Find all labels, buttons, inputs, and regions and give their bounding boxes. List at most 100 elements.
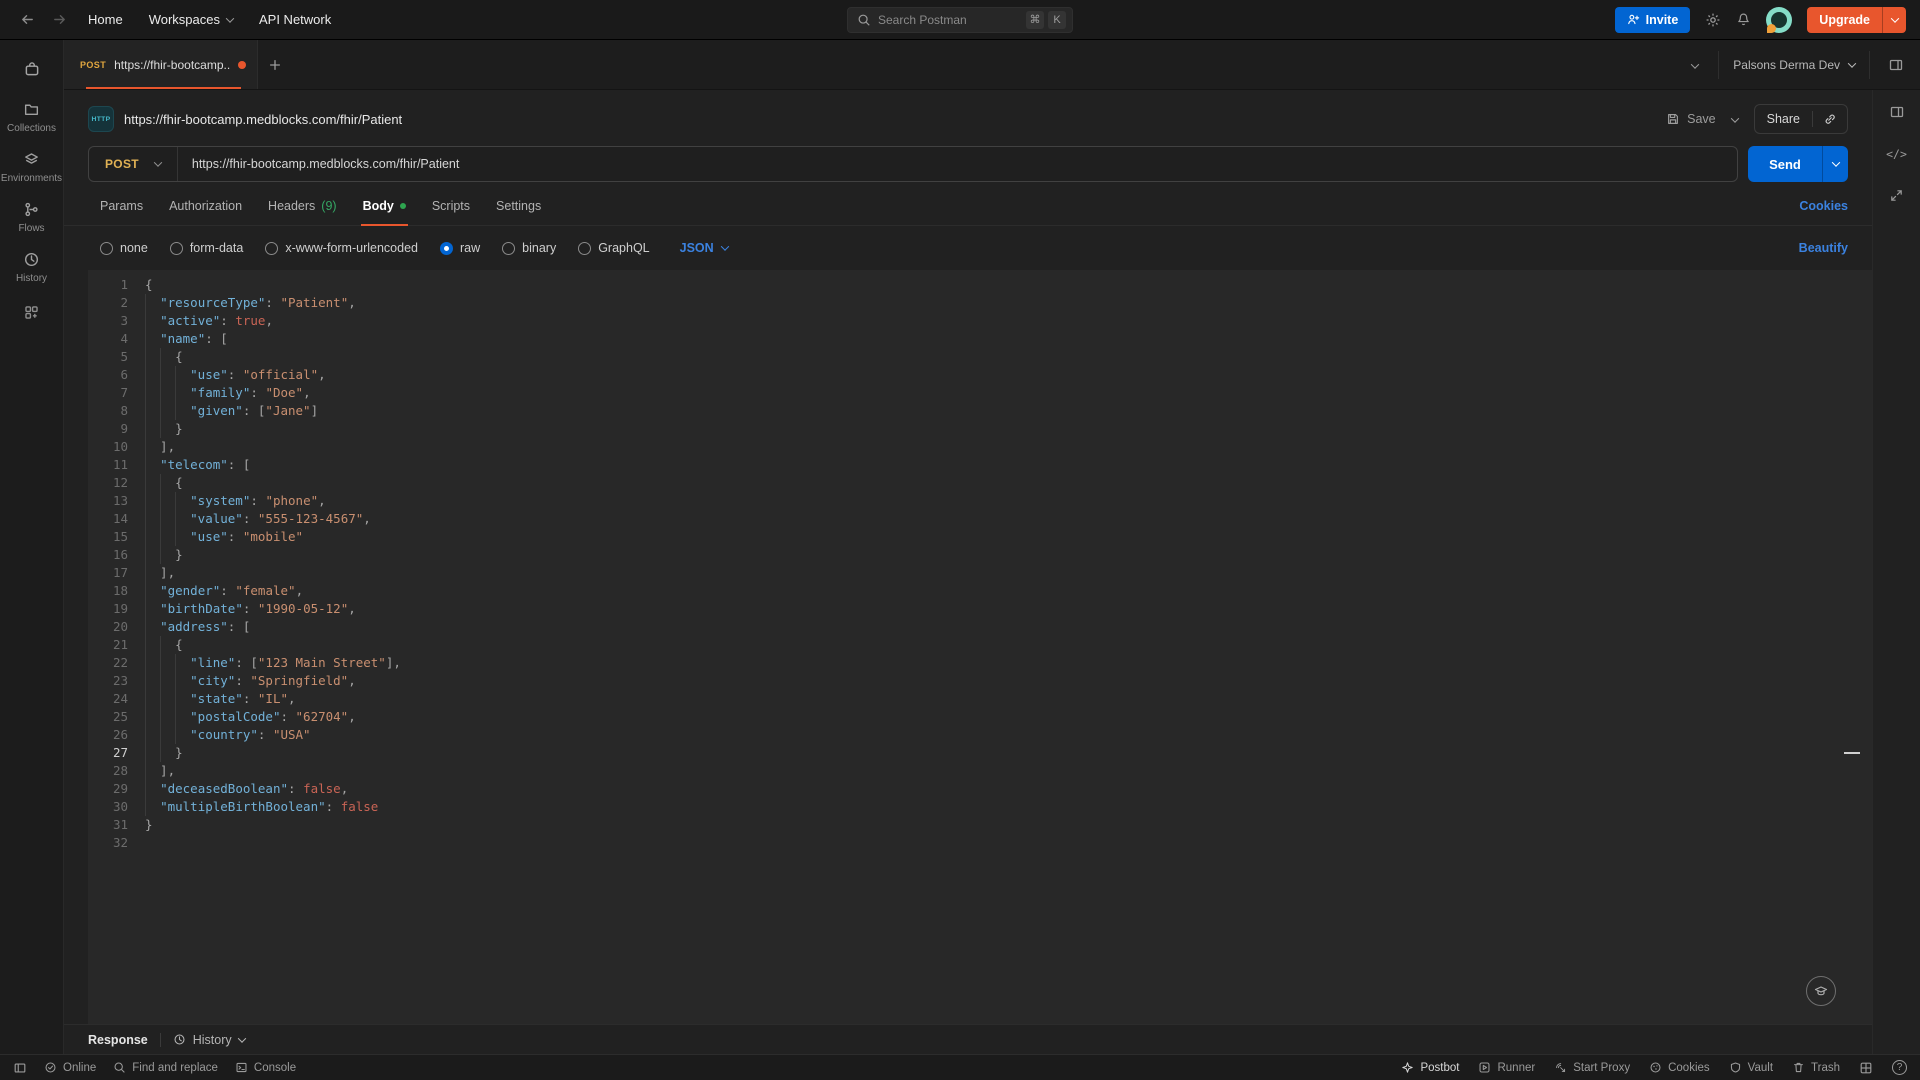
code-lines[interactable]: 1{2 "resourceType": "Patient", 3 "active"…: [88, 276, 1872, 852]
help-icon[interactable]: ?: [1892, 1060, 1907, 1075]
console-button[interactable]: Console: [235, 1061, 296, 1074]
documentation-panel-icon[interactable]: [1889, 104, 1905, 120]
tab-params[interactable]: Params: [100, 186, 143, 225]
new-tab-button[interactable]: [258, 40, 292, 89]
workspace-bag-icon[interactable]: [16, 53, 48, 85]
code-line[interactable]: 32: [88, 834, 1872, 852]
tab-scripts[interactable]: Scripts: [432, 186, 470, 225]
toggle-sidebar-icon[interactable]: [13, 1061, 27, 1075]
sidebar-item-flows[interactable]: Flows: [0, 201, 63, 234]
cookies-link[interactable]: Cookies: [1799, 199, 1872, 213]
code-line[interactable]: 10 ],: [88, 438, 1872, 456]
find-and-replace-button[interactable]: Find and replace: [113, 1061, 218, 1074]
response-toggle[interactable]: Response: [88, 1033, 148, 1047]
side-panel-icon[interactable]: [1884, 57, 1908, 73]
save-options-chevron-icon[interactable]: [1730, 106, 1740, 132]
two-pane-view-icon[interactable]: [1859, 1061, 1873, 1075]
code-line[interactable]: 30 "multipleBirthBoolean": false: [88, 798, 1872, 816]
code-line[interactable]: 28 ],: [88, 762, 1872, 780]
code-line[interactable]: 24 "state": "IL",: [88, 690, 1872, 708]
user-avatar[interactable]: [1766, 6, 1793, 33]
code-line[interactable]: 15 "use": "mobile": [88, 528, 1872, 546]
body-type-graphql[interactable]: GraphQL: [578, 241, 650, 255]
code-line[interactable]: 12 {: [88, 474, 1872, 492]
search-input[interactable]: [878, 12, 1022, 27]
method-selector[interactable]: POST: [89, 147, 177, 181]
nav-api-network[interactable]: API Network: [259, 12, 331, 27]
code-line[interactable]: 31}: [88, 816, 1872, 834]
share-button[interactable]: Share: [1755, 112, 1812, 126]
code-line[interactable]: 11 "telecom": [: [88, 456, 1872, 474]
url-input[interactable]: https://fhir-bootcamp.medblocks.com/fhir…: [178, 157, 473, 171]
code-line[interactable]: 6 "use": "official",: [88, 366, 1872, 384]
language-selector[interactable]: JSON: [680, 241, 729, 255]
save-button[interactable]: Save: [1666, 112, 1716, 126]
send-options-chevron-icon[interactable]: [1822, 146, 1848, 182]
sidebar-item-environments[interactable]: Environments: [0, 151, 63, 184]
code-line[interactable]: 8 "given": ["Jane"]: [88, 402, 1872, 420]
body-code-editor[interactable]: 1{2 "resourceType": "Patient", 3 "active"…: [88, 270, 1872, 1024]
code-line[interactable]: 20 "address": [: [88, 618, 1872, 636]
code-line[interactable]: 25 "postalCode": "62704",: [88, 708, 1872, 726]
code-line[interactable]: 13 "system": "phone",: [88, 492, 1872, 510]
code-line[interactable]: 29 "deceasedBoolean": false,: [88, 780, 1872, 798]
body-type-urlencoded[interactable]: x-www-form-urlencoded: [265, 241, 418, 255]
start-proxy-button[interactable]: Start Proxy: [1554, 1061, 1630, 1074]
global-search[interactable]: ⌘ K: [847, 6, 1073, 33]
response-history-button[interactable]: History: [173, 1033, 246, 1047]
sidebar-item-collections[interactable]: Collections: [0, 101, 63, 134]
code-line[interactable]: 9 }: [88, 420, 1872, 438]
code-line[interactable]: 1{: [88, 276, 1872, 294]
code-line[interactable]: 17 ],: [88, 564, 1872, 582]
code-line[interactable]: 16 }: [88, 546, 1872, 564]
sidebar-item-history[interactable]: History: [0, 251, 63, 284]
nav-home[interactable]: Home: [88, 12, 123, 27]
online-status[interactable]: Online: [44, 1061, 96, 1074]
code-line[interactable]: 14 "value": "555-123-4567",: [88, 510, 1872, 528]
tab-headers[interactable]: Headers (9): [268, 186, 337, 225]
postbot-button[interactable]: Postbot: [1401, 1061, 1459, 1074]
cookies-button[interactable]: Cookies: [1649, 1061, 1710, 1074]
runner-button[interactable]: Runner: [1478, 1061, 1535, 1074]
tab-authorization[interactable]: Authorization: [169, 186, 242, 225]
body-type-raw[interactable]: raw: [440, 241, 480, 255]
tab-settings[interactable]: Settings: [496, 186, 541, 225]
code-line[interactable]: 23 "city": "Springfield",: [88, 672, 1872, 690]
beautify-link[interactable]: Beautify: [1799, 241, 1872, 255]
code-line[interactable]: 19 "birthDate": "1990-05-12",: [88, 600, 1872, 618]
body-type-none[interactable]: none: [100, 241, 148, 255]
code-line[interactable]: 5 {: [88, 348, 1872, 366]
workspace-switcher[interactable]: Palsons Derma Dev: [1733, 58, 1857, 72]
copy-link-icon[interactable]: [1813, 112, 1847, 126]
back-icon[interactable]: [14, 7, 40, 33]
upgrade-chevron-icon[interactable]: [1882, 6, 1906, 33]
postbot-floating-button[interactable]: [1806, 976, 1836, 1006]
forward-icon[interactable]: [46, 7, 72, 33]
configure-sidebar-icon[interactable]: [23, 304, 40, 321]
open-request-tab[interactable]: POST https://fhir-bootcamp..: [64, 40, 258, 89]
vault-button[interactable]: Vault: [1729, 1061, 1773, 1074]
code-line[interactable]: 2 "resourceType": "Patient",: [88, 294, 1872, 312]
tab-list-chevron-icon[interactable]: [1686, 50, 1704, 80]
nav-workspaces[interactable]: Workspaces: [149, 12, 235, 27]
body-type-form-data[interactable]: form-data: [169, 241, 243, 255]
code-line[interactable]: 27 }: [88, 744, 1872, 762]
code-line[interactable]: 4 "name": [: [88, 330, 1872, 348]
body-type-binary[interactable]: binary: [502, 241, 556, 255]
code-line[interactable]: 26 "country": "USA": [88, 726, 1872, 744]
code-line[interactable]: 21 {: [88, 636, 1872, 654]
tab-body[interactable]: Body: [360, 186, 409, 226]
code-line[interactable]: 22 "line": ["123 Main Street"],: [88, 654, 1872, 672]
code-line[interactable]: 18 "gender": "female",: [88, 582, 1872, 600]
trash-button[interactable]: Trash: [1792, 1061, 1840, 1074]
expand-panel-icon[interactable]: [1889, 188, 1904, 203]
code-snippet-icon[interactable]: </>: [1886, 147, 1907, 161]
code-line[interactable]: 7 "family": "Doe",: [88, 384, 1872, 402]
invite-button[interactable]: Invite: [1614, 6, 1691, 33]
send-button[interactable]: Send: [1748, 146, 1848, 182]
line-number: 32: [112, 835, 128, 850]
settings-gear-icon[interactable]: [1705, 12, 1721, 28]
code-line[interactable]: 3 "active": true,: [88, 312, 1872, 330]
notifications-bell-icon[interactable]: [1736, 12, 1751, 27]
upgrade-button[interactable]: Upgrade: [1807, 6, 1906, 33]
